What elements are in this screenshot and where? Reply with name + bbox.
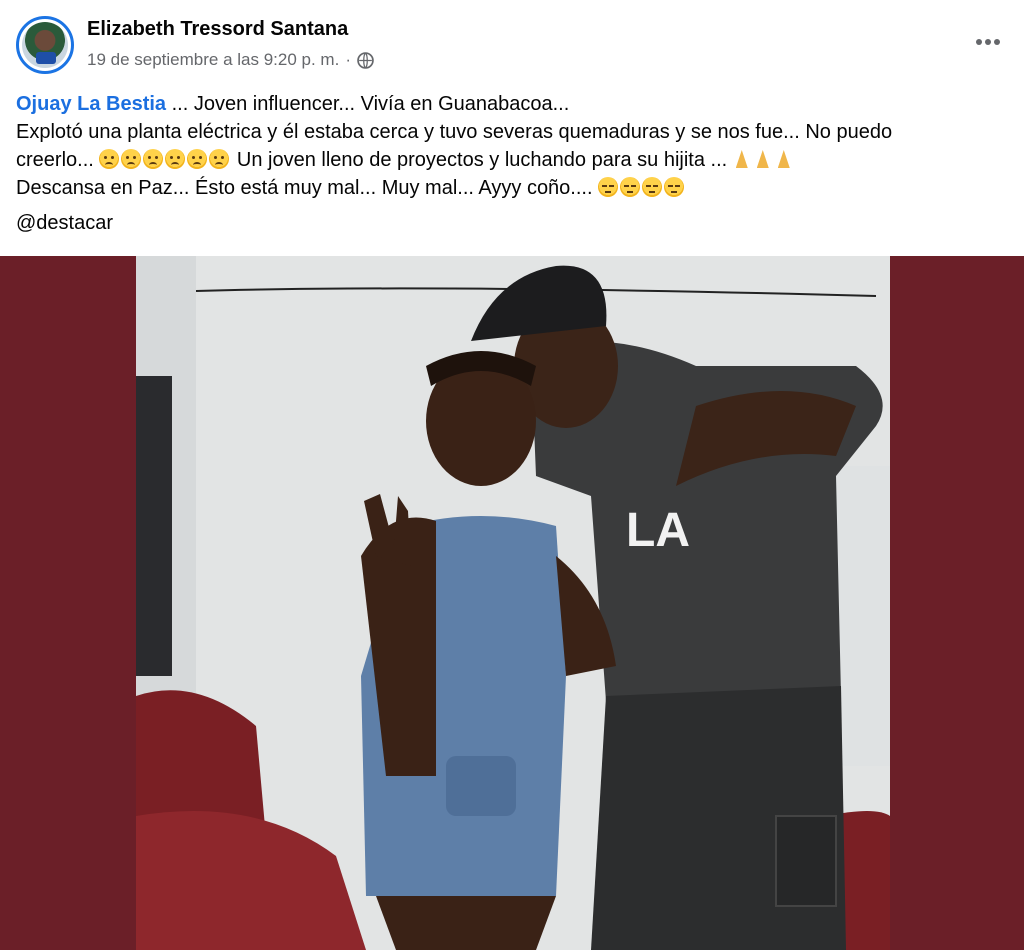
globe-icon[interactable]	[357, 51, 374, 69]
meta-separator: ·	[345, 50, 351, 69]
post-text-line-3-start: creerlo...	[16, 149, 100, 171]
avatar-image	[22, 22, 68, 68]
post-photo[interactable]: LA	[136, 256, 890, 950]
post-text-line-3: creerlo... Un joven lleno de proyectos y…	[16, 146, 1006, 174]
pensive-face-icon	[642, 177, 663, 197]
post-text-line-4: Descansa en Paz... Ésto está muy mal... …	[16, 174, 1006, 202]
post-text: Ojuay La Bestia ... Joven influencer... …	[16, 90, 1006, 202]
sad-face-icon	[165, 149, 186, 169]
post-text-line-1-rest: ... Joven influencer... Vivía en Guanaba…	[166, 93, 570, 115]
more-options-button[interactable]	[970, 28, 1006, 56]
sad-face-icon	[209, 149, 230, 169]
post-text-line-1: Ojuay La Bestia ... Joven influencer... …	[16, 90, 1006, 118]
pensive-face-icon	[664, 177, 685, 197]
post-text-line-2: Explotó una planta eléctrica y él estaba…	[16, 121, 893, 143]
post-text-line-3-mid: Un joven lleno de proyectos y luchando p…	[231, 149, 733, 171]
hashtag-link[interactable]: @destacar	[16, 212, 113, 235]
post-text-line-4-start: Descansa en Paz... Ésto está muy mal... …	[16, 177, 599, 199]
sad-face-icon	[187, 149, 208, 169]
post-header: Elizabeth Tressord Santana 19 de septiem…	[0, 0, 1024, 88]
post-meta: 19 de septiembre a las 9:20 p. m. ·	[87, 50, 374, 70]
more-options-icon	[976, 39, 1000, 45]
author-name[interactable]: Elizabeth Tressord Santana	[87, 18, 348, 41]
praying-hands-icon	[754, 149, 772, 169]
author-avatar[interactable]	[16, 16, 74, 74]
sad-face-icon	[99, 149, 120, 169]
pensive-face-icon	[620, 177, 641, 197]
praying-hands-icon	[775, 149, 793, 169]
sad-face-icon	[121, 149, 142, 169]
praying-hands-icon	[733, 149, 751, 169]
post-timestamp[interactable]: 19 de septiembre a las 9:20 p. m.	[87, 50, 339, 70]
photo-frame[interactable]: LA	[0, 256, 1024, 950]
mention-link[interactable]: Ojuay La Bestia	[16, 93, 166, 115]
svg-text:LA: LA	[626, 504, 690, 557]
sad-face-icon	[143, 149, 164, 169]
pensive-face-icon	[598, 177, 619, 197]
